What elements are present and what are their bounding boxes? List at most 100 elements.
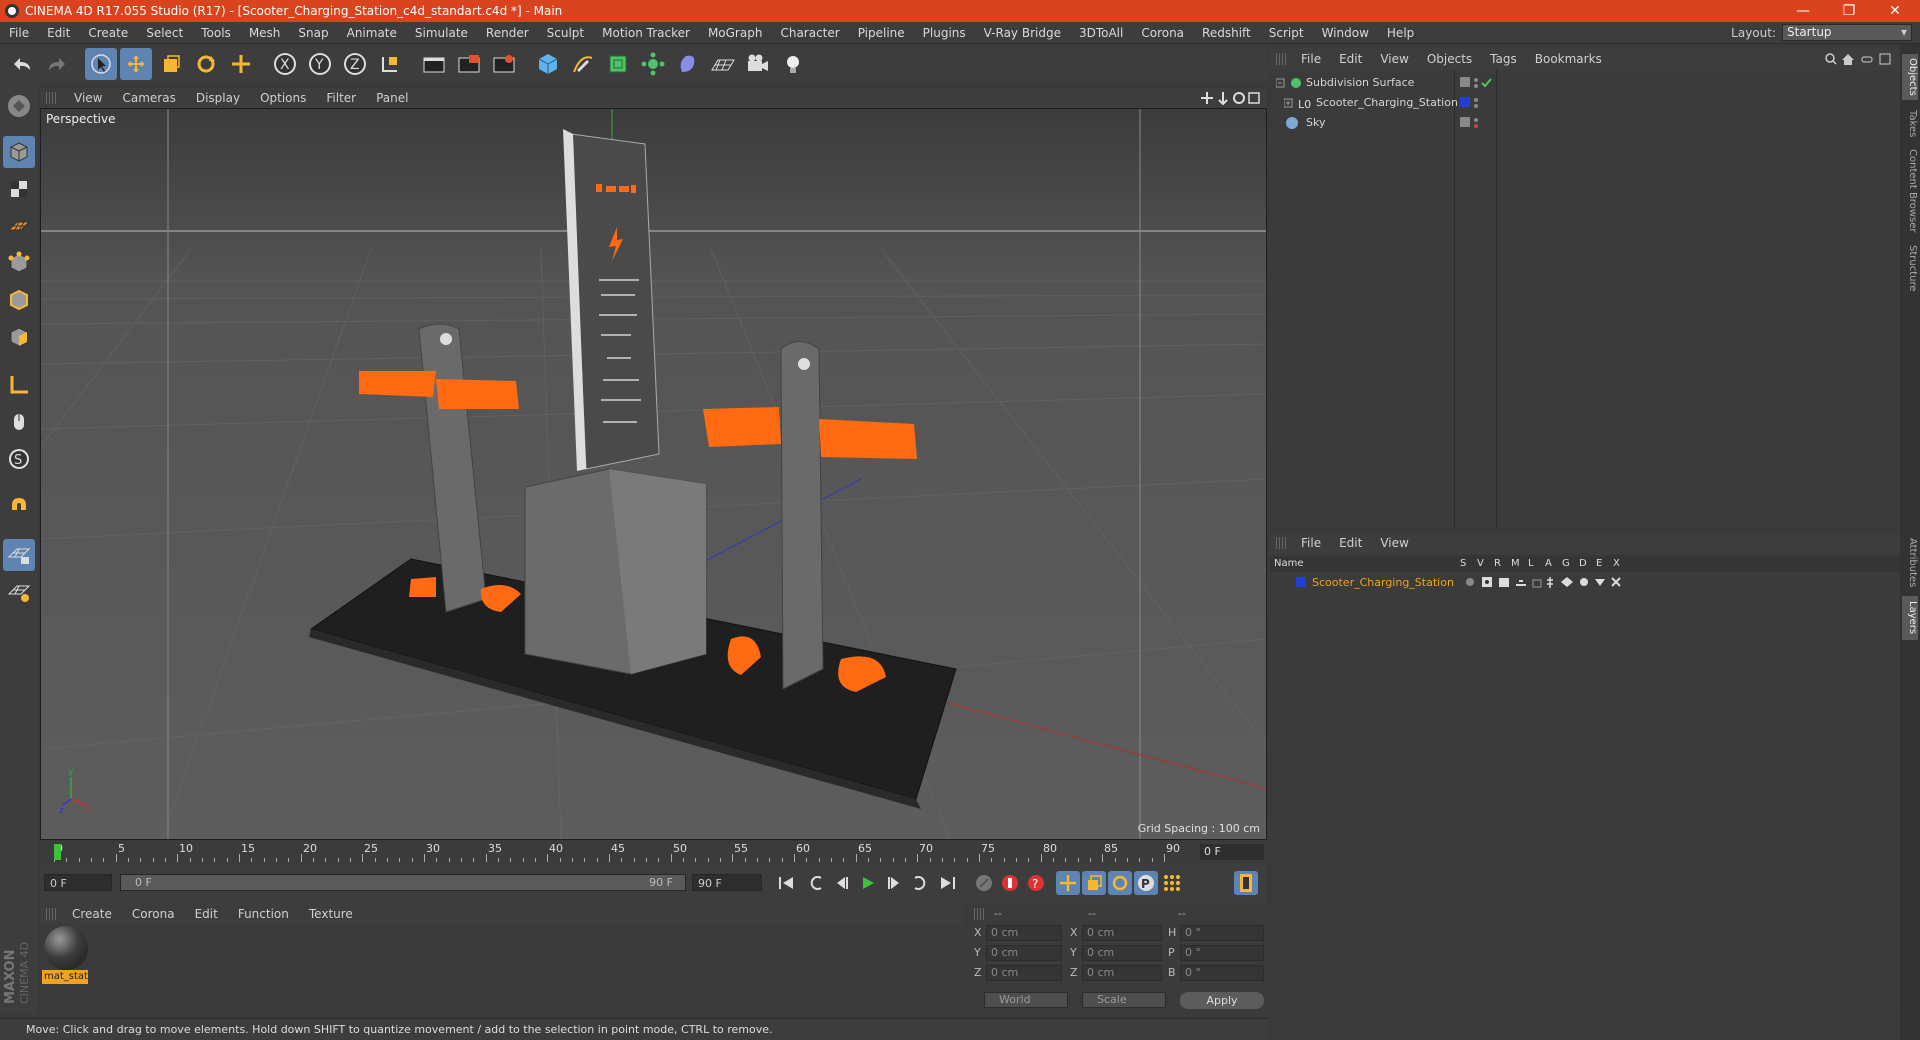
menu-select[interactable]: Select: [137, 26, 192, 40]
layout-dropdown[interactable]: Startup: [1782, 24, 1912, 41]
object-manager-tools-icons[interactable]: [1824, 52, 1894, 66]
menu-character[interactable]: Character: [771, 26, 848, 40]
menu-file[interactable]: File: [0, 26, 38, 40]
redo-icon[interactable]: [41, 48, 73, 80]
viewport-menu-display[interactable]: Display: [186, 91, 250, 105]
layers-menu-view[interactable]: View: [1371, 536, 1417, 550]
menu-vray-bridge[interactable]: V-Ray Bridge: [975, 26, 1070, 40]
size-x-field[interactable]: 0 cm: [1082, 925, 1162, 941]
menu-sculpt[interactable]: Sculpt: [538, 26, 593, 40]
material-name-label[interactable]: mat_stat: [42, 970, 88, 984]
menu-plugins[interactable]: Plugins: [914, 26, 975, 40]
texture-mode-icon[interactable]: [3, 173, 35, 205]
menu-motion-tracker[interactable]: Motion Tracker: [593, 26, 699, 40]
menu-animate[interactable]: Animate: [338, 26, 406, 40]
menu-create[interactable]: Create: [79, 26, 137, 40]
rotation-key-icon[interactable]: [1108, 871, 1132, 895]
viewport-menu-options[interactable]: Options: [250, 91, 316, 105]
next-frame-icon[interactable]: [882, 871, 906, 895]
pos-z-field[interactable]: 0 cm: [986, 965, 1062, 981]
go-to-start-icon[interactable]: [774, 871, 798, 895]
object-row-scooter-charging-station[interactable]: L0 Scooter_Charging_Station: [1270, 93, 1900, 113]
next-key-icon[interactable]: [908, 871, 932, 895]
layer-col-solo[interactable]: S: [1460, 558, 1466, 569]
pen-spline-icon[interactable]: [567, 48, 599, 80]
menu-3dtoall[interactable]: 3DToAll: [1070, 26, 1132, 40]
size-z-field[interactable]: 0 cm: [1082, 965, 1162, 981]
layer-col-expressions[interactable]: E: [1596, 558, 1602, 569]
viewport-menu-view[interactable]: View: [64, 91, 112, 105]
layer-toggle-icons[interactable]: [1464, 576, 1634, 590]
record-active-keys-icon[interactable]: [998, 871, 1022, 895]
layer-col-generators[interactable]: G: [1562, 558, 1570, 569]
points-mode-icon[interactable]: [3, 247, 35, 279]
timeline-window-icon[interactable]: [1234, 871, 1258, 895]
make-editable-icon[interactable]: [3, 90, 35, 122]
objects-menu-bookmarks[interactable]: Bookmarks: [1526, 52, 1611, 66]
coordinate-system-icon[interactable]: [374, 48, 406, 80]
menu-script[interactable]: Script: [1260, 26, 1313, 40]
workplane-lock-icon[interactable]: [3, 539, 35, 571]
frame-ruler[interactable]: 051015202530354045505560657075808590: [54, 842, 1184, 862]
timeline-ruler[interactable]: 051015202530354045505560657075808590 0 F: [40, 842, 1267, 862]
objects-menu-tags[interactable]: Tags: [1481, 52, 1526, 66]
snap-icon[interactable]: [3, 491, 35, 523]
playhead[interactable]: [54, 844, 61, 860]
object-row-subdivision-surface[interactable]: Subdivision Surface: [1270, 73, 1900, 93]
menu-pipeline[interactable]: Pipeline: [849, 26, 914, 40]
viewport-camera-label[interactable]: Perspective: [46, 112, 116, 126]
array-mograph-icon[interactable]: [637, 48, 669, 80]
scale-tool-icon[interactable]: [155, 48, 187, 80]
live-selection-icon[interactable]: [85, 48, 117, 80]
end-frame-field[interactable]: 90 F: [692, 874, 762, 891]
viewport-menu-filter[interactable]: Filter: [316, 91, 366, 105]
floor-icon[interactable]: [707, 48, 739, 80]
layer-col-render[interactable]: R: [1494, 558, 1501, 569]
tab-layers[interactable]: Layers: [1902, 596, 1918, 640]
go-to-end-icon[interactable]: [936, 871, 960, 895]
scale-key-icon[interactable]: [1082, 871, 1106, 895]
layer-col-name[interactable]: Name: [1274, 558, 1304, 569]
previous-key-icon[interactable]: [804, 871, 828, 895]
close-button[interactable]: ✕: [1872, 0, 1918, 22]
tab-structure[interactable]: Structure: [1902, 240, 1918, 296]
point-level-animation-icon[interactable]: [1160, 871, 1184, 895]
rotate-tool-icon[interactable]: [190, 48, 222, 80]
render-view-icon[interactable]: [418, 48, 450, 80]
object-row-sky[interactable]: Sky: [1270, 113, 1900, 133]
preview-range-slider[interactable]: 0 F 90 F: [120, 874, 686, 891]
solo-mode-icon[interactable]: S: [3, 443, 35, 475]
material-preview-icon[interactable]: [44, 926, 88, 970]
menu-mesh[interactable]: Mesh: [240, 26, 290, 40]
objects-menu-file[interactable]: File: [1292, 52, 1330, 66]
workplane-mode-icon[interactable]: [3, 210, 35, 242]
objects-menu-edit[interactable]: Edit: [1330, 52, 1371, 66]
layer-color-swatch[interactable]: [1296, 577, 1306, 587]
menu-snap[interactable]: Snap: [289, 26, 337, 40]
coordinate-space-dropdown[interactable]: World: [984, 992, 1068, 1008]
light-icon[interactable]: [777, 48, 809, 80]
menu-render[interactable]: Render: [477, 26, 538, 40]
x-axis-lock-icon[interactable]: X: [269, 48, 301, 80]
visibility-checkmark-icon[interactable]: [1460, 77, 1494, 89]
viewport-menu-panel[interactable]: Panel: [366, 91, 418, 105]
visibility-dots-icon[interactable]: [1460, 117, 1484, 129]
layer-col-view[interactable]: V: [1477, 558, 1484, 569]
layer-col-animation[interactable]: A: [1545, 558, 1552, 569]
menu-tools[interactable]: Tools: [192, 26, 240, 40]
material-menu-texture[interactable]: Texture: [299, 907, 363, 921]
render-settings-icon[interactable]: [488, 48, 520, 80]
apply-button[interactable]: Apply: [1180, 992, 1264, 1009]
menu-edit[interactable]: Edit: [38, 26, 79, 40]
size-y-field[interactable]: 0 cm: [1082, 945, 1162, 961]
menu-simulate[interactable]: Simulate: [406, 26, 477, 40]
subdivision-generator-icon[interactable]: [602, 48, 634, 80]
material-menu-function[interactable]: Function: [228, 907, 299, 921]
edges-mode-icon[interactable]: [3, 284, 35, 316]
autokey-icon[interactable]: ?: [1024, 871, 1048, 895]
layers-menu-file[interactable]: File: [1292, 536, 1330, 550]
layer-row-scooter-charging-station[interactable]: Scooter_Charging_Station: [1270, 573, 1900, 593]
viewport-menu-cameras[interactable]: Cameras: [112, 91, 185, 105]
tweak-mode-icon[interactable]: [3, 406, 35, 438]
material-menu-edit[interactable]: Edit: [185, 907, 228, 921]
